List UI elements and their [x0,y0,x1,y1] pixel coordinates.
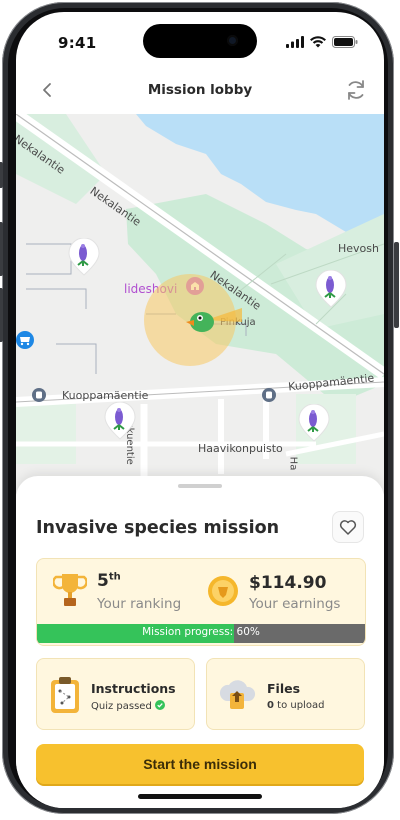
refresh-icon[interactable] [342,76,370,104]
volume-down-button [0,288,3,342]
lupine-icon [104,402,136,440]
instructions-title: Instructions [91,681,176,696]
lupine-icon [298,404,330,442]
screen: 9:41 Mission lobby Nekalantie Nekalantie… [16,12,384,808]
silent-switch [0,162,3,188]
map-view[interactable]: Nekalantie Nekalantie Nekalantie Kuoppam… [16,114,384,494]
lupine-marker[interactable] [315,270,347,308]
status-time: 9:41 [58,34,97,52]
signal-icon [286,36,304,48]
mission-progress-text: Mission progress: 60% [142,626,260,638]
power-button [394,242,399,328]
files-count: 0 [267,700,274,711]
street-label: Hevosh [338,242,379,255]
navigation-bar: Mission lobby [16,70,384,112]
street-label: Kuoppamäentie [62,389,149,402]
mission-title: Invasive species mission [36,518,280,538]
lupine-marker[interactable] [68,238,100,276]
street-label: Haavikonpuisto [198,442,283,455]
street-label: Ha [287,456,299,471]
battery-icon [332,36,358,48]
status-bar: 9:41 [16,12,384,68]
heart-icon [339,520,357,535]
instructions-status: Quiz passed [91,700,165,712]
favorite-button[interactable] [332,511,364,543]
drag-handle[interactable] [178,484,222,488]
ranking-value: 5th [97,571,121,591]
earnings-value: $114.90 [249,573,327,593]
files-status-text: to upload [277,700,325,711]
lupine-marker[interactable] [104,402,136,440]
lupine-icon [68,238,100,276]
instructions-card[interactable]: Instructions Quiz passed [36,658,195,730]
bus-stop-icon[interactable] [32,388,46,402]
clipboard-icon [51,677,79,713]
duck-avatar-icon[interactable] [186,300,242,340]
earnings-label: Your earnings [249,596,341,612]
ranking-suffix: th [108,571,121,583]
start-mission-button[interactable]: Start the mission [36,744,364,784]
camera-icon [227,35,238,46]
dynamic-island [143,24,257,58]
lupine-icon [315,270,347,308]
home-indicator[interactable] [138,794,262,799]
mission-sheet: Invasive species mission 5th Your rankin… [16,476,384,808]
files-title: Files [267,681,301,696]
check-icon [155,700,165,710]
bus-stop-icon[interactable] [262,388,276,402]
status-icons [286,36,358,48]
shop-icon[interactable] [16,331,34,349]
page-title: Mission lobby [147,82,253,98]
ranking-label: Your ranking [97,596,182,612]
files-card[interactable]: Files 0 to upload [206,658,365,730]
lupine-marker[interactable] [298,404,330,442]
volume-up-button [0,222,3,276]
quiz-status-text: Quiz passed [91,701,152,712]
ranking-number: 5 [97,571,109,591]
trophy-icon [53,574,87,606]
mission-progress-bar: Mission progress: 60% [37,624,365,643]
coin-icon [208,576,238,606]
files-status: 0 to upload [267,700,324,711]
wifi-icon [310,36,326,48]
mission-stats-card: 5th Your ranking $114.90 Your earnings M… [36,558,366,646]
cloud-upload-icon [219,680,256,709]
